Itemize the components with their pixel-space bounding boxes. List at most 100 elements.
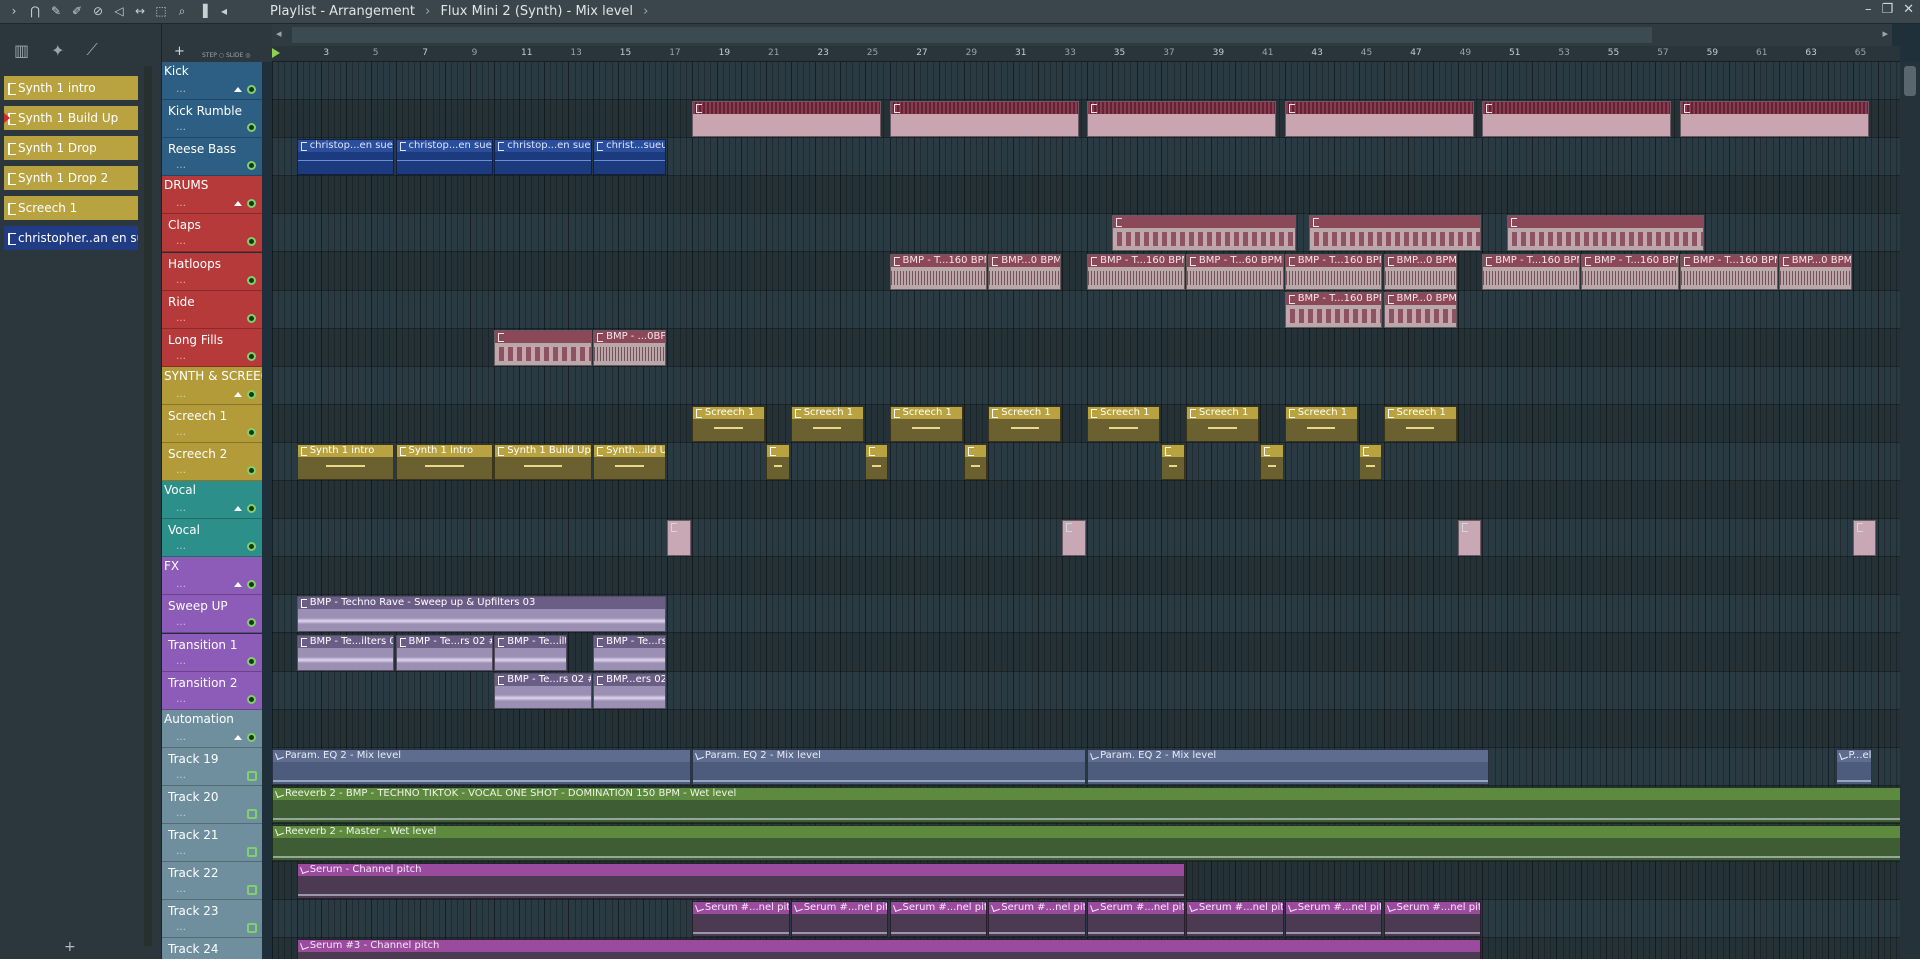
- track-menu-icon[interactable]: …: [176, 579, 186, 590]
- mute-led-icon[interactable]: [247, 351, 256, 361]
- track-header[interactable]: Sweep UP…: [162, 595, 262, 634]
- track-menu-icon[interactable]: …: [176, 84, 186, 95]
- playlist-clip[interactable]: Serum #...nel pitch: [1284, 901, 1383, 938]
- track-menu-icon[interactable]: …: [176, 389, 186, 400]
- pencil-icon[interactable]: ✎: [48, 3, 64, 19]
- playlist-clip[interactable]: BMP - Te...rs 02 #2: [593, 634, 667, 671]
- mute-led-icon[interactable]: [247, 656, 256, 666]
- playlist-clip[interactable]: Screech 1: [889, 405, 963, 442]
- playlist-clip[interactable]: Serum #...nel pitch: [889, 901, 988, 938]
- mute-led-icon[interactable]: [247, 580, 256, 590]
- track-menu-icon[interactable]: …: [176, 694, 186, 705]
- track-header[interactable]: Long Fills…: [162, 328, 262, 367]
- playlist-clip[interactable]: Param. EQ 2 - Mix level: [272, 748, 691, 785]
- playlist-clip[interactable]: [766, 444, 790, 480]
- playlist-clip[interactable]: Param. EQ 2 - Mix level: [691, 748, 1087, 785]
- mute-led-icon[interactable]: [247, 732, 256, 742]
- playlist-clip[interactable]: Screech 1: [1284, 405, 1358, 442]
- automation-icon[interactable]: ⟋: [87, 40, 98, 60]
- playlist-clip[interactable]: [1161, 444, 1185, 480]
- mute-led-icon[interactable]: [247, 237, 256, 247]
- playlist-clip[interactable]: [1260, 444, 1284, 480]
- piano-icon[interactable]: ▥: [14, 41, 29, 60]
- playlist-clip[interactable]: BMP - Techno Rave - Sweep up & Upfilters…: [296, 596, 667, 633]
- picker-item[interactable]: Synth 1 intro: [4, 76, 138, 100]
- mute-led-icon[interactable]: [247, 161, 256, 171]
- playlist-clip[interactable]: Screech 1: [988, 405, 1062, 442]
- track-header[interactable]: Claps…: [162, 214, 262, 253]
- mute-led-icon[interactable]: [247, 85, 256, 94]
- playlist-clip[interactable]: BMP...0 BPM): [1778, 253, 1852, 290]
- track-menu-icon[interactable]: …: [176, 427, 186, 438]
- audio-icon[interactable]: ✦: [51, 41, 64, 60]
- arrangement-grid[interactable]: christop...en sueurchristop...en sueurch…: [272, 62, 1900, 959]
- playlist-clip[interactable]: Screech 1: [790, 405, 864, 442]
- playlist-clip[interactable]: Reeverb 2 - BMP - TECHNO TIKTOK - VOCAL …: [272, 786, 1900, 823]
- playlist-clip[interactable]: BMP - T...160 BPM): [1482, 253, 1581, 290]
- playlist-clip[interactable]: Param. EQ 2 - Mix level: [1087, 748, 1489, 785]
- playlist-clip[interactable]: BMP - Te...rs 02 #2: [395, 634, 494, 671]
- lock-icon[interactable]: [247, 885, 257, 896]
- timeline-ruler[interactable]: 3 5 7 9 11 13 15 17 19 21 23 25 27 29 31 33 35 37 39 41 43 45…: [272, 46, 1900, 62]
- playlist-clip[interactable]: [963, 444, 988, 480]
- track-header[interactable]: Automation…: [162, 709, 262, 748]
- mute-led-icon[interactable]: [247, 504, 256, 514]
- collapse-icon[interactable]: [234, 391, 242, 397]
- playhead-marker-icon[interactable]: [272, 48, 280, 58]
- track-header[interactable]: Track 19…: [162, 747, 262, 786]
- playlist-clip[interactable]: christop...en sueur: [494, 139, 593, 176]
- playlist-clip[interactable]: BMP - T...160 BPM): [1087, 253, 1185, 290]
- playlist-clip[interactable]: [1087, 101, 1277, 138]
- mute-led-icon[interactable]: [247, 618, 256, 628]
- playlist-clip[interactable]: BMP - T...160 BPM): [889, 253, 988, 290]
- track-header[interactable]: Track 23…: [162, 900, 262, 939]
- playlist-clip[interactable]: Serum #...nel pitch: [1383, 901, 1482, 938]
- track-header[interactable]: Ride…: [162, 290, 262, 329]
- playlist-clip[interactable]: BMP - T...160 BPM): [1581, 253, 1679, 290]
- step-slide-toggle[interactable]: STEP ○ SLIDE ◎: [202, 52, 250, 59]
- vertical-scrollbar[interactable]: [1900, 62, 1920, 959]
- close-icon[interactable]: ✕: [1903, 2, 1914, 17]
- track-header[interactable]: Vocal…: [162, 519, 262, 558]
- playlist-clip[interactable]: [691, 101, 882, 138]
- track-menu-icon[interactable]: …: [176, 846, 186, 857]
- playlist-clip[interactable]: Serum #...nel pitch: [988, 901, 1087, 938]
- track-menu-icon[interactable]: …: [176, 732, 186, 743]
- playlist-clip[interactable]: Screech 1: [1087, 405, 1161, 442]
- mute-led-icon[interactable]: [247, 275, 256, 285]
- zoom-icon[interactable]: ⌕: [174, 3, 190, 19]
- track-header[interactable]: Reese Bass…: [162, 138, 262, 177]
- playlist-clip[interactable]: Serum #...nel pitch: [691, 901, 790, 938]
- track-header[interactable]: Track 22…: [162, 862, 262, 901]
- playlist-clip[interactable]: BMP - ...0BPM: [593, 329, 667, 366]
- playlist-clip[interactable]: Serum #3 - Channel pitch: [296, 939, 1482, 959]
- track-header[interactable]: Hatloops…: [162, 252, 262, 291]
- playlist-clip[interactable]: [1309, 215, 1482, 252]
- lock-icon[interactable]: [247, 847, 257, 857]
- lock-icon[interactable]: [247, 923, 257, 934]
- collapse-icon[interactable]: [234, 87, 242, 92]
- picker-item[interactable]: Screech 1: [4, 196, 138, 220]
- track-header[interactable]: Transition 2…: [162, 671, 262, 710]
- playlist-clip[interactable]: [1457, 520, 1482, 557]
- scroll-right-icon[interactable]: ▸: [1882, 27, 1888, 40]
- picker-item[interactable]: christopher..an en sueur: [4, 226, 138, 250]
- track-lane[interactable]: [272, 366, 1900, 405]
- playlist-clip[interactable]: [864, 444, 889, 480]
- playback-icon[interactable]: ▐: [195, 3, 211, 19]
- magnet-icon[interactable]: ⋂: [27, 3, 43, 19]
- playlist-clip[interactable]: Reeverb 2 - Master - Wet level: [272, 825, 1900, 861]
- playlist-clip[interactable]: BMP - T...160 BPM): [1679, 253, 1778, 290]
- playlist-clip[interactable]: Screech 1: [1185, 405, 1259, 442]
- track-header[interactable]: FX…: [162, 557, 262, 596]
- track-menu-icon[interactable]: …: [176, 656, 186, 667]
- collapse-icon[interactable]: [234, 506, 242, 512]
- playlist-clip[interactable]: christ...sueur: [593, 139, 667, 176]
- track-lane[interactable]: [272, 709, 1900, 748]
- playlist-clip[interactable]: [667, 520, 691, 557]
- lock-icon[interactable]: [247, 770, 257, 781]
- track-header[interactable]: Screech 1…: [162, 404, 262, 443]
- playlist-clip[interactable]: [1062, 520, 1087, 557]
- playlist-clip[interactable]: Serum - Channel pitch: [296, 863, 1185, 900]
- playlist-clip[interactable]: Screech 1: [691, 405, 765, 442]
